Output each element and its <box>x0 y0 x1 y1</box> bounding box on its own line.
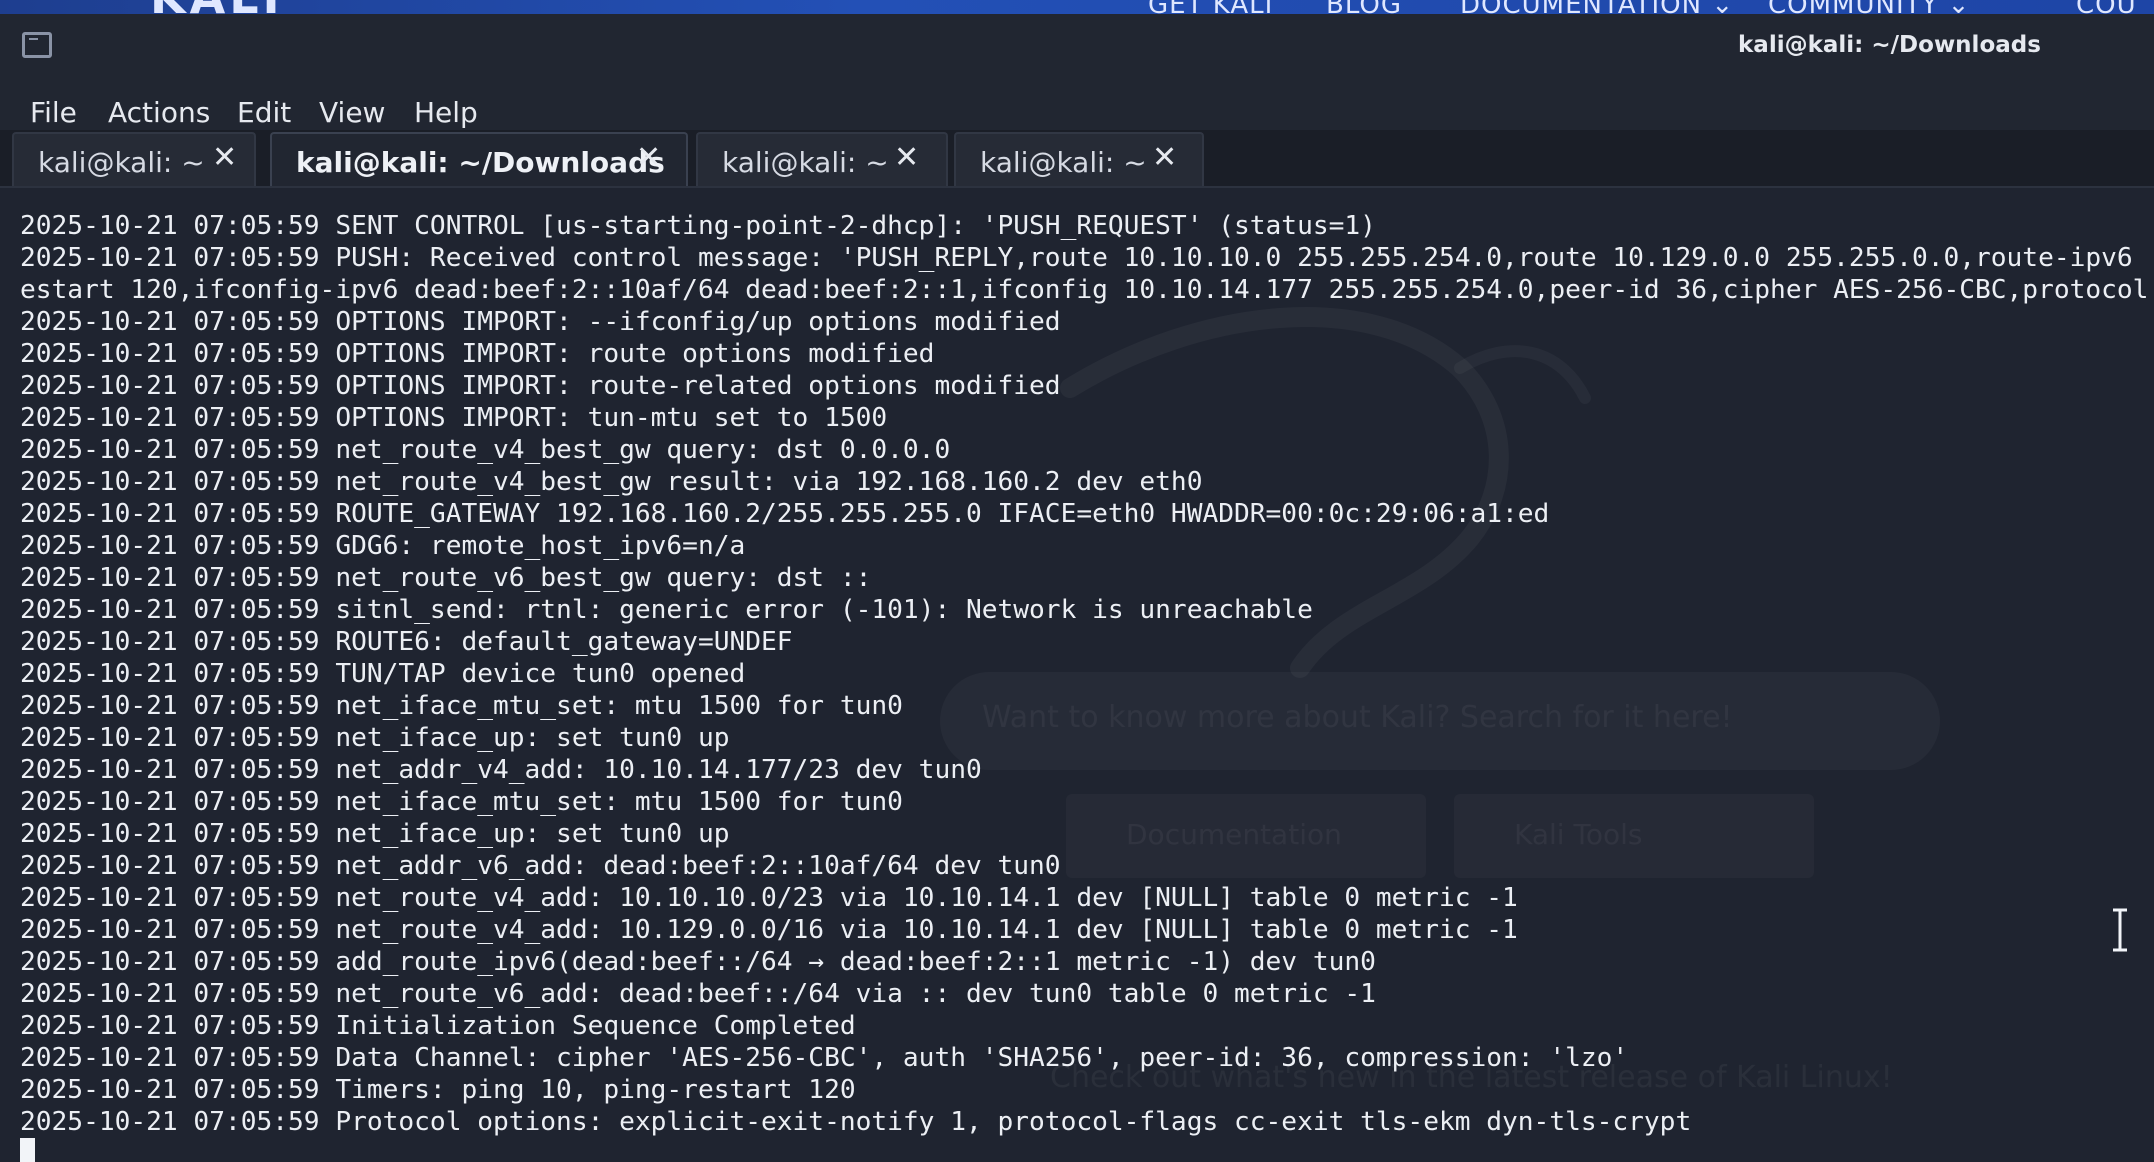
menu-file[interactable]: File <box>30 96 77 129</box>
tab-kali-home-2[interactable]: kali@kali: ~ ✕ <box>696 132 948 186</box>
terminal-line: estart 120,ifconfig-ipv6 dead:beef:2::10… <box>20 275 2149 305</box>
terminal-line: 2025-10-21 07:05:59 net_route_v4_best_gw… <box>20 467 1203 497</box>
terminal-line: 2025-10-21 07:05:59 net_iface_mtu_set: m… <box>20 787 903 817</box>
terminal-line: 2025-10-21 07:05:59 PUSH: Received contr… <box>20 243 2133 273</box>
terminal-log: 2025-10-21 07:05:59 SENT CONTROL [us-sta… <box>20 210 2148 1162</box>
tab-kali-home-1[interactable]: kali@kali: ~ ✕ <box>12 132 256 186</box>
bg-nav-more: COU <box>2076 0 2137 14</box>
bg-nav-blog: BLOG <box>1326 0 1402 14</box>
kali-logo: KALI <box>150 0 284 14</box>
terminal-line: 2025-10-21 07:05:59 GDG6: remote_host_ip… <box>20 531 746 561</box>
terminal-line: 2025-10-21 07:05:59 OPTIONS IMPORT: --if… <box>20 307 1061 337</box>
close-icon[interactable]: ✕ <box>636 143 661 173</box>
terminal-line: 2025-10-21 07:05:59 net_addr_v4_add: 10.… <box>20 755 982 785</box>
window-title: kali@kali: ~/Downloads <box>1738 32 2041 58</box>
terminal-line: 2025-10-21 07:05:59 Data Channel: cipher… <box>20 1043 1629 1073</box>
close-icon[interactable]: ✕ <box>212 143 237 173</box>
menu-edit[interactable]: Edit <box>237 96 291 129</box>
terminal-line: 2025-10-21 07:05:59 net_route_v6_best_gw… <box>20 563 872 593</box>
terminal-line: 2025-10-21 07:05:59 TUN/TAP device tun0 … <box>20 659 746 689</box>
terminal-output[interactable]: Want to know more about Kali? Search for… <box>0 188 2154 1162</box>
terminal-line: 2025-10-21 07:05:59 Initialization Seque… <box>20 1011 856 1041</box>
terminal-line: 2025-10-21 07:05:59 net_route_v4_add: 10… <box>20 883 1518 913</box>
bg-nav-get-kali: GET KALI <box>1148 0 1273 14</box>
tab-bar: kali@kali: ~ ✕ kali@kali: ~/Downloads ✕ … <box>0 130 2154 188</box>
menu-view[interactable]: View <box>319 96 385 129</box>
title-bar[interactable]: kali@kali: ~/Downloads <box>0 14 2154 78</box>
terminal-line: 2025-10-21 07:05:59 ROUTE6: default_gate… <box>20 627 793 657</box>
terminal-line: 2025-10-21 07:05:59 OPTIONS IMPORT: rout… <box>20 371 1061 401</box>
tab-label: kali@kali: ~/Downloads <box>296 146 665 179</box>
terminal-line: 2025-10-21 07:05:59 net_route_v4_add: 10… <box>20 915 1518 945</box>
background-website-header: KALI GET KALI BLOG DOCUMENTATION ⌄ COMMU… <box>0 0 2154 14</box>
text-cursor-ibeam-icon <box>2113 908 2127 952</box>
bg-nav-documentation: DOCUMENTATION ⌄ <box>1460 0 1734 14</box>
terminal-prompt-line[interactable] <box>20 1138 2148 1162</box>
terminal-line: 2025-10-21 07:05:59 net_addr_v6_add: dea… <box>20 851 1061 881</box>
menu-bar: File Actions Edit View Help <box>0 78 2154 134</box>
terminal-line: 2025-10-21 07:05:59 Timers: ping 10, pin… <box>20 1075 856 1105</box>
menu-actions[interactable]: Actions <box>108 96 210 129</box>
terminal-icon <box>22 32 52 58</box>
terminal-line: 2025-10-21 07:05:59 SENT CONTROL [us-sta… <box>20 211 1376 241</box>
terminal-line: 2025-10-21 07:05:59 ROUTE_GATEWAY 192.16… <box>20 499 1550 529</box>
terminal-window: kali@kali: ~/Downloads File Actions Edit… <box>0 14 2154 1162</box>
terminal-line: 2025-10-21 07:05:59 OPTIONS IMPORT: rout… <box>20 339 935 369</box>
close-icon[interactable]: ✕ <box>894 143 919 173</box>
terminal-line: 2025-10-21 07:05:59 Protocol options: ex… <box>20 1107 1692 1137</box>
tab-label: kali@kali: ~ <box>38 146 205 179</box>
terminal-line: 2025-10-21 07:05:59 net_route_v6_add: de… <box>20 979 1376 1009</box>
bg-nav-community: COMMUNITY ⌄ <box>1768 0 1970 14</box>
menu-help[interactable]: Help <box>414 96 478 129</box>
tab-label: kali@kali: ~ <box>722 146 889 179</box>
tab-kali-downloads[interactable]: kali@kali: ~/Downloads ✕ <box>270 132 688 186</box>
terminal-line: 2025-10-21 07:05:59 net_iface_up: set tu… <box>20 819 730 849</box>
terminal-line: 2025-10-21 07:05:59 sitnl_send: rtnl: ge… <box>20 595 1313 625</box>
tab-label: kali@kali: ~ <box>980 146 1147 179</box>
terminal-line: 2025-10-21 07:05:59 net_iface_mtu_set: m… <box>20 691 903 721</box>
block-cursor <box>20 1138 35 1162</box>
close-icon[interactable]: ✕ <box>1152 143 1177 173</box>
terminal-line: 2025-10-21 07:05:59 add_route_ipv6(dead:… <box>20 947 1376 977</box>
terminal-line: 2025-10-21 07:05:59 OPTIONS IMPORT: tun-… <box>20 403 888 433</box>
terminal-line: 2025-10-21 07:05:59 net_route_v4_best_gw… <box>20 435 951 465</box>
terminal-line: 2025-10-21 07:05:59 net_iface_up: set tu… <box>20 723 730 753</box>
tab-kali-home-3[interactable]: kali@kali: ~ ✕ <box>954 132 1204 186</box>
